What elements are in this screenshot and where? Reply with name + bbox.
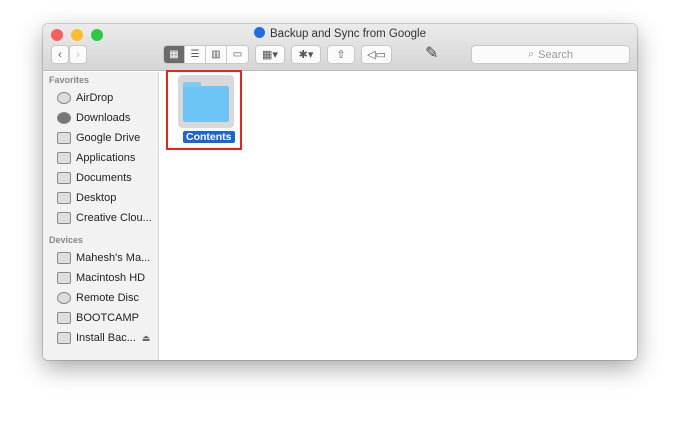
backup-sync-icon xyxy=(254,27,265,38)
custom-toolbar-icon[interactable]: ✎ xyxy=(425,43,438,63)
icon-view-button[interactable]: ▦ xyxy=(164,46,185,63)
search-placeholder: Search xyxy=(538,48,574,61)
search-input[interactable]: ⌕ Search xyxy=(471,45,630,64)
sidebar-item-label: Install Bac... xyxy=(76,332,136,344)
folder-icon xyxy=(57,132,71,144)
forward-button[interactable]: › xyxy=(69,45,87,64)
window-title: Backup and Sync from Google xyxy=(43,27,637,40)
highlight-box xyxy=(166,70,242,150)
disc-icon xyxy=(57,292,71,304)
sidebar-item-desktop[interactable]: Desktop xyxy=(43,188,158,208)
toolbar: Backup and Sync from Google ‹ › ▦ ☰ ▥ ▭ … xyxy=(43,24,637,71)
favorites-header: Favorites xyxy=(49,75,90,85)
arrange-button[interactable]: ▦▾ xyxy=(255,45,285,64)
sidebar-item-bootcamp[interactable]: BOOTCAMP xyxy=(43,308,158,328)
list-view-button[interactable]: ☰ xyxy=(185,46,206,63)
sidebar: Favorites AirDrop Downloads Google Drive… xyxy=(43,72,159,360)
sidebar-item-applications[interactable]: Applications xyxy=(43,148,158,168)
external-drive-icon xyxy=(57,332,71,344)
title-text: Backup and Sync from Google xyxy=(270,28,426,40)
devices-header: Devices xyxy=(49,235,84,245)
sidebar-item-label: Google Drive xyxy=(76,132,141,144)
downloads-icon xyxy=(57,112,71,124)
action-gear-button[interactable]: ✱▾ xyxy=(291,45,321,64)
finder-window: Backup and Sync from Google ‹ › ▦ ☰ ▥ ▭ … xyxy=(43,24,637,360)
search-icon: ⌕ xyxy=(527,48,535,60)
sidebar-item-label: Remote Disc xyxy=(76,292,139,304)
sidebar-item-label: AirDrop xyxy=(76,92,114,104)
sidebar-item-label: Macintosh HD xyxy=(76,272,146,284)
desktop-icon xyxy=(57,192,71,204)
sidebar-item-creative-cloud[interactable]: Creative Clou... xyxy=(43,208,158,228)
documents-icon xyxy=(57,172,71,184)
eject-icon[interactable]: ⏏ xyxy=(142,333,151,344)
airdrop-icon xyxy=(57,92,71,104)
sidebar-item-label: BOOTCAMP xyxy=(76,312,139,324)
laptop-icon xyxy=(57,252,71,264)
share-button[interactable]: ⇧ xyxy=(327,45,355,64)
sidebar-item-google-drive[interactable]: Google Drive xyxy=(43,128,158,148)
sidebar-item-downloads[interactable]: Downloads xyxy=(43,108,158,128)
sidebar-item-airdrop[interactable]: AirDrop xyxy=(43,88,158,108)
sidebar-item-macbook[interactable]: Mahesh's Ma... xyxy=(43,248,158,268)
view-switcher: ▦ ☰ ▥ ▭ xyxy=(163,45,249,64)
sidebar-item-remote-disc[interactable]: Remote Disc xyxy=(43,288,158,308)
column-view-button[interactable]: ▥ xyxy=(206,46,227,63)
cover-flow-button[interactable]: ▭ xyxy=(227,46,248,63)
back-button[interactable]: ‹ xyxy=(51,45,69,64)
hard-drive-icon xyxy=(57,272,71,284)
sidebar-item-label: Applications xyxy=(76,152,136,164)
sidebar-item-label: Downloads xyxy=(76,112,131,124)
sidebar-item-label: Desktop xyxy=(76,192,117,204)
sidebar-item-install-backup[interactable]: Install Bac... ⏏ xyxy=(43,328,158,348)
hard-drive-icon xyxy=(57,312,71,324)
folder-icon xyxy=(57,212,71,224)
sidebar-item-label: Documents xyxy=(76,172,132,184)
tag-button[interactable]: ◁▭ xyxy=(361,45,392,64)
sidebar-item-label: Mahesh's Ma... xyxy=(76,252,151,264)
sidebar-item-label: Creative Clou... xyxy=(76,212,152,224)
applications-icon xyxy=(57,152,71,164)
sidebar-item-documents[interactable]: Documents xyxy=(43,168,158,188)
sidebar-item-macintosh-hd[interactable]: Macintosh HD xyxy=(43,268,158,288)
